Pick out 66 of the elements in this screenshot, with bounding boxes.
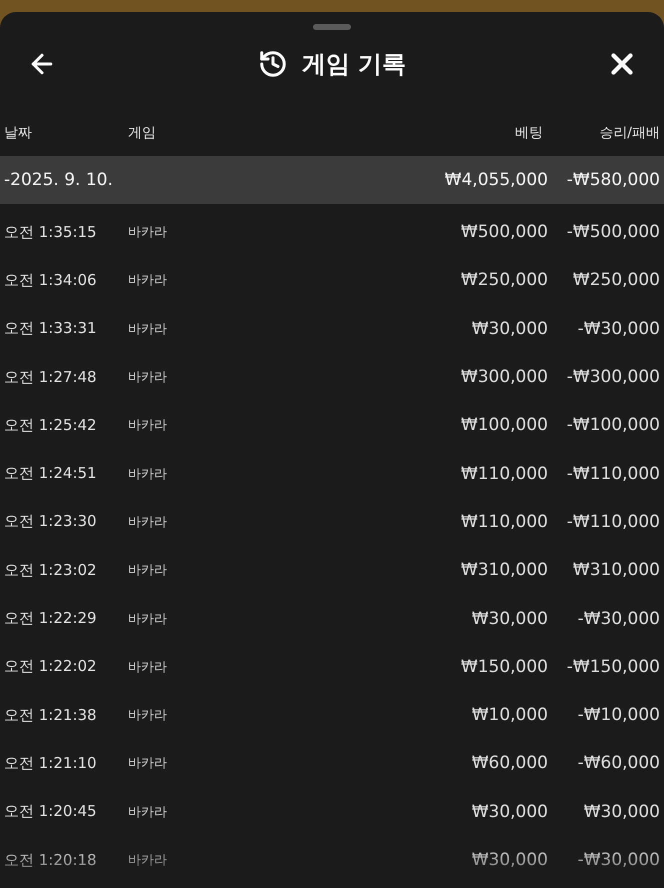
time-cell-text: 오전 1:24:51 [4,464,98,484]
game-cell-text: 바카라 [128,562,168,580]
bet-cell-text: ₩150,000 [460,656,548,677]
bet-cell-text: ₩310,000 [460,560,548,580]
game-cell-text: 바카라 [128,610,168,628]
result-cell-text: -₩30,000 [576,318,660,339]
time-cell-text: 오전 1:20:18 [4,850,98,870]
result-cell-text: -₩110,000 [566,464,660,484]
sheet-title: 게임 기록 [302,49,406,80]
game-cell-text: 바카라 [128,514,168,531]
group-date: -2025. 9. 10. [4,170,114,190]
time-cell-text: 오전 1:20:45 [4,802,98,822]
bet-cell-text: ₩300,000 [460,367,548,388]
game-cell-text: 바카라 [128,707,168,724]
column-header: 날짜 [4,124,33,142]
time-cell-text: 오전 1:35:15 [4,222,98,242]
game-cell-text: 바카라 [128,658,168,676]
bet-cell-text: ₩30,000 [470,802,548,822]
time-cell-text: 오전 1:34:06 [4,270,98,290]
group-result-total: -₩580,000 [566,170,660,190]
time-cell-text: 오전 1:21:38 [4,706,98,725]
time-cell-text: 오전 1:25:42 [4,416,98,435]
bet-cell-text: ₩10,000 [470,705,548,726]
game-cell-text: 바카라 [128,852,168,869]
time-cell-text: 오전 1:22:29 [4,609,98,628]
time-cell-text: 오전 1:23:02 [4,560,98,580]
column-header: 게임 [128,124,157,142]
result-cell-text: -₩110,000 [566,512,660,532]
time-cell-text: 오전 1:21:10 [4,754,98,773]
time-cell-text: 오전 1:22:02 [4,657,98,676]
result-cell-text: -₩100,000 [566,415,660,436]
bet-cell-text: ₩100,000 [460,415,548,436]
result-cell-text: ₩310,000 [572,560,660,580]
result-cell-text: -₩300,000 [566,367,660,388]
bet-cell-text: ₩30,000 [470,318,548,339]
game-cell-text: 바카라 [128,320,168,338]
drag-handle[interactable] [313,24,351,30]
result-cell-text: -₩10,000 [576,705,660,726]
bet-cell-text: ₩110,000 [460,464,548,484]
result-cell-text: -₩30,000 [576,850,660,870]
group-bet-total: ₩4,055,000 [444,170,548,190]
game-cell-text: 바카라 [128,417,168,434]
game-cell-text: 바카라 [128,224,168,242]
result-cell-text: ₩250,000 [572,270,660,290]
bet-cell-text: ₩30,000 [470,850,548,870]
column-header: 승리/패배 [598,124,660,142]
game-cell-text: 바카라 [128,804,168,821]
game-cell-text: 바카라 [128,755,168,772]
result-cell-text: -₩60,000 [576,753,660,774]
bet-cell-text: ₩500,000 [460,222,548,242]
history-icon [258,49,288,79]
result-cell-text: ₩30,000 [582,802,660,822]
column-header: 베팅 [514,124,544,142]
result-cell-text: -₩30,000 [576,608,660,629]
game-cell-text: 바카라 [128,272,168,290]
time-cell-text: 오전 1:27:48 [4,368,98,387]
bet-cell-text: ₩30,000 [470,608,548,629]
bet-cell-text: ₩250,000 [460,270,548,290]
result-cell-text: -₩500,000 [566,222,660,242]
game-cell-text: 바카라 [128,466,168,483]
bet-cell-text: ₩60,000 [470,753,548,774]
time-cell-text: 오전 1:33:31 [4,319,98,338]
game-cell-text: 바카라 [128,369,168,386]
bet-cell-text: ₩110,000 [460,512,548,532]
result-cell-text: -₩150,000 [566,656,660,677]
time-cell-text: 오전 1:23:30 [4,512,98,532]
